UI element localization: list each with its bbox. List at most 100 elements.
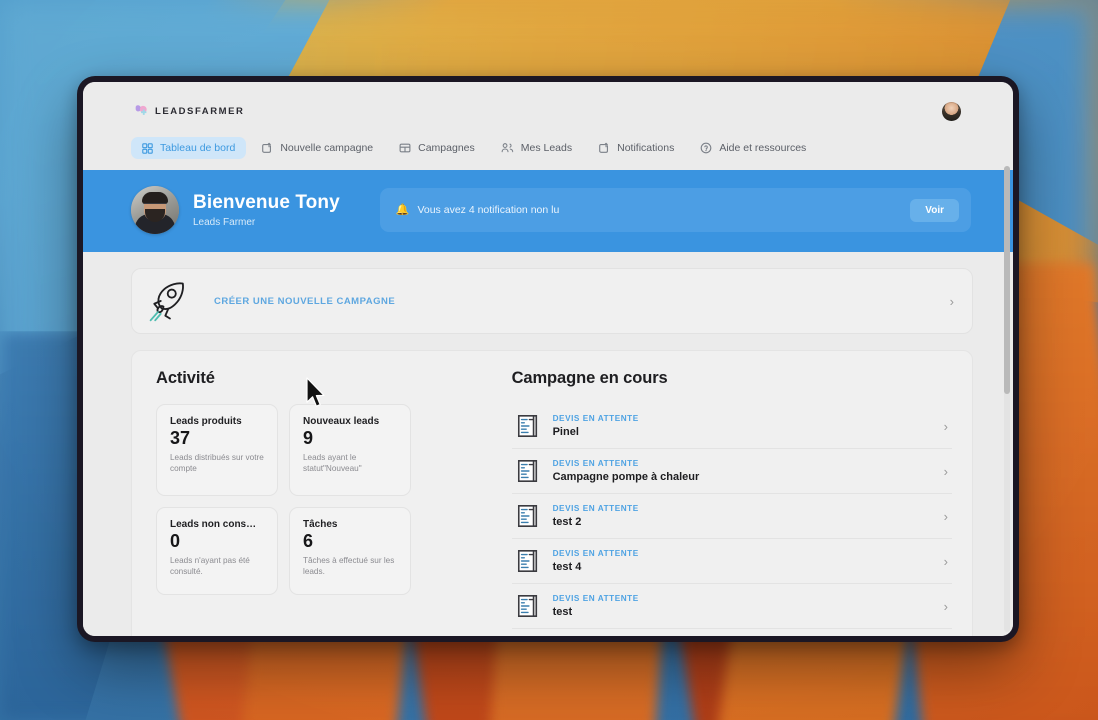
- tab-campagnes[interactable]: Campagnes: [388, 137, 486, 159]
- chevron-right-icon: ›: [943, 598, 948, 614]
- status-badge: DEVIS EN ATTENTE: [552, 549, 639, 558]
- campaigns-title: Campagne en cours: [511, 369, 668, 387]
- hero-subtitle: Leads Farmer: [193, 216, 256, 228]
- list-item[interactable]: DEVIS EN ATTENTE ›: [512, 629, 952, 636]
- document-icon: [517, 460, 537, 482]
- campaign-texts: DEVIS EN ATTENTE test 2: [553, 504, 931, 528]
- tab-label: Campagnes: [418, 142, 475, 154]
- tab-mes-leads[interactable]: Mes Leads: [490, 137, 583, 159]
- document-icon: [517, 415, 537, 437]
- tab-notifications[interactable]: Notifications: [587, 137, 685, 159]
- stat-label: Leads non cons…: [170, 519, 257, 530]
- main-content: CRÉER UNE NOUVELLE CAMPAGNE › Activité L…: [83, 252, 1013, 636]
- campaign-name: Campagne pompe à chaleur: [552, 471, 700, 483]
- create-campaign-banner[interactable]: CRÉER UNE NOUVELLE CAMPAGNE ›: [131, 268, 973, 334]
- stat-value: 6: [303, 531, 314, 551]
- notification-message-group: 🔔 Vous avez 4 notification non lu: [396, 204, 560, 216]
- app-header: LEADSFARMER Tableau de bord Nouvelle cam…: [83, 82, 1013, 170]
- app-viewport: LEADSFARMER Tableau de bord Nouvelle cam…: [83, 82, 1013, 636]
- campaign-texts: DEVIS EN ATTENTE Pinel: [553, 414, 931, 438]
- campaign-name: test: [552, 606, 573, 618]
- activity-title: Activité: [156, 369, 215, 387]
- hero-text-group: Bienvenue Tony Leads Farmer: [193, 192, 340, 228]
- new-campaign-icon: [262, 142, 272, 153]
- notification-text: Vous avez 4 notification non lu: [417, 204, 560, 216]
- people-icon: [501, 143, 513, 153]
- list-item[interactable]: DEVIS EN ATTENTE Campagne pompe à chaleu…: [511, 449, 952, 494]
- stat-card-leads-non-consultes[interactable]: Leads non cons… 0 Leads n'ayant pas été …: [156, 507, 278, 595]
- stat-value: 0: [170, 531, 181, 551]
- campaign-list: DEVIS EN ATTENTE Pinel › DEVIS EN ATTENT…: [511, 404, 952, 636]
- document-icon: [517, 595, 537, 617]
- campaign-name: test 2: [552, 516, 582, 528]
- welcome-hero: Bienvenue Tony Leads Farmer 🔔 Vous avez …: [83, 170, 1013, 252]
- campaign-texts: DEVIS EN ATTENTE Campagne pompe à chaleu…: [553, 459, 931, 483]
- nav-tabs: Tableau de bord Nouvelle campagne Campag…: [83, 126, 1013, 170]
- activity-panel: Activité Leads produits 37 Leads distrib…: [132, 369, 502, 636]
- campaigns-panel: Campagne en cours DEVIS EN ATTENTE Pinel…: [502, 369, 972, 636]
- table-icon: [399, 143, 411, 153]
- tab-nouvelle-campagne[interactable]: Nouvelle campagne: [250, 137, 384, 159]
- campaign-name: Pinel: [552, 426, 579, 438]
- tab-label: Notifications: [617, 142, 675, 154]
- question-icon: [700, 142, 712, 154]
- stat-card-nouveaux-leads[interactable]: Nouveaux leads 9 Leads ayant le statut"N…: [289, 404, 411, 496]
- avatar[interactable]: [942, 101, 961, 121]
- chevron-right-icon: ›: [949, 293, 954, 309]
- list-item[interactable]: DEVIS EN ATTENTE Pinel ›: [511, 404, 952, 449]
- tab-label: Mes Leads: [520, 142, 573, 154]
- brand-name: LEADSFARMER: [155, 105, 245, 117]
- status-badge: DEVIS EN ATTENTE: [552, 594, 639, 603]
- notification-banner[interactable]: 🔔 Vous avez 4 notification non lu Voir: [379, 188, 971, 232]
- create-campaign-label: CRÉER UNE NOUVELLE CAMPAGNE: [214, 295, 396, 307]
- stat-value: 37: [170, 428, 191, 448]
- bell-box-icon: [599, 142, 609, 153]
- campaign-name: test 4: [552, 561, 582, 573]
- page-title: Bienvenue Tony: [193, 192, 340, 214]
- tab-label: Aide et ressources: [719, 142, 807, 154]
- chevron-right-icon: ›: [943, 553, 948, 569]
- status-badge: DEVIS EN ATTENTE: [552, 414, 639, 423]
- chevron-right-icon: ›: [943, 418, 948, 434]
- activity-stat-cards: Leads produits 37 Leads distribués sur v…: [156, 404, 488, 595]
- stat-label: Leads produits: [170, 416, 242, 427]
- voir-button[interactable]: Voir: [910, 198, 959, 222]
- list-item[interactable]: DEVIS EN ATTENTE test 4 ›: [511, 539, 952, 584]
- status-badge: DEVIS EN ATTENTE: [552, 504, 639, 513]
- list-item[interactable]: DEVIS EN ATTENTE test 2 ›: [511, 494, 952, 539]
- hero-user-group: Bienvenue Tony Leads Farmer: [131, 186, 340, 234]
- tab-label: Tableau de bord: [160, 142, 236, 154]
- tab-label: Nouvelle campagne: [280, 142, 374, 154]
- chevron-right-icon: ›: [943, 508, 948, 524]
- vertical-scrollbar[interactable]: [1004, 166, 1010, 632]
- leaf-heart-logo-icon: [135, 104, 147, 115]
- tab-aide-et-ressources[interactable]: Aide et ressources: [689, 137, 817, 159]
- list-item[interactable]: DEVIS EN ATTENTE test ›: [511, 584, 952, 629]
- campaign-texts: DEVIS EN ATTENTE test: [553, 594, 931, 618]
- app-window: LEADSFARMER Tableau de bord Nouvelle cam…: [77, 76, 1019, 642]
- desktop-wallpaper: LEADSFARMER Tableau de bord Nouvelle cam…: [0, 0, 1098, 720]
- stat-label: Nouveaux leads: [303, 416, 380, 427]
- stat-description: Leads distribués sur votre compte: [170, 452, 264, 473]
- stat-description: Leads n'ayant pas été consulté.: [170, 555, 250, 576]
- document-icon: [517, 550, 537, 572]
- brand-row: LEADSFARMER: [83, 96, 1013, 126]
- stat-card-taches[interactable]: Tâches 6 Tâches à effectué sur les leads…: [289, 507, 411, 595]
- brand-logo-group[interactable]: LEADSFARMER: [133, 104, 244, 119]
- scrollbar-thumb[interactable]: [1004, 166, 1010, 394]
- stat-label: Tâches: [303, 519, 338, 530]
- bell-icon: 🔔: [395, 203, 410, 216]
- stat-description: Tâches à effectué sur les leads.: [303, 555, 395, 576]
- campaign-texts: DEVIS EN ATTENTE test 4: [553, 549, 931, 573]
- stat-description: Leads ayant le statut"Nouveau": [303, 452, 362, 473]
- grid-icon: [142, 142, 153, 154]
- stat-card-leads-produits[interactable]: Leads produits 37 Leads distribués sur v…: [156, 404, 278, 496]
- status-badge: DEVIS EN ATTENTE: [552, 459, 639, 468]
- chevron-right-icon: ›: [943, 463, 948, 479]
- tab-tableau-de-bord[interactable]: Tableau de bord: [131, 137, 247, 159]
- rocket-icon: [149, 282, 184, 322]
- dashboard-panels: Activité Leads produits 37 Leads distrib…: [131, 350, 973, 636]
- stat-value: 9: [303, 428, 314, 448]
- profile-photo-avatar[interactable]: [131, 186, 179, 234]
- document-icon: [517, 505, 537, 527]
